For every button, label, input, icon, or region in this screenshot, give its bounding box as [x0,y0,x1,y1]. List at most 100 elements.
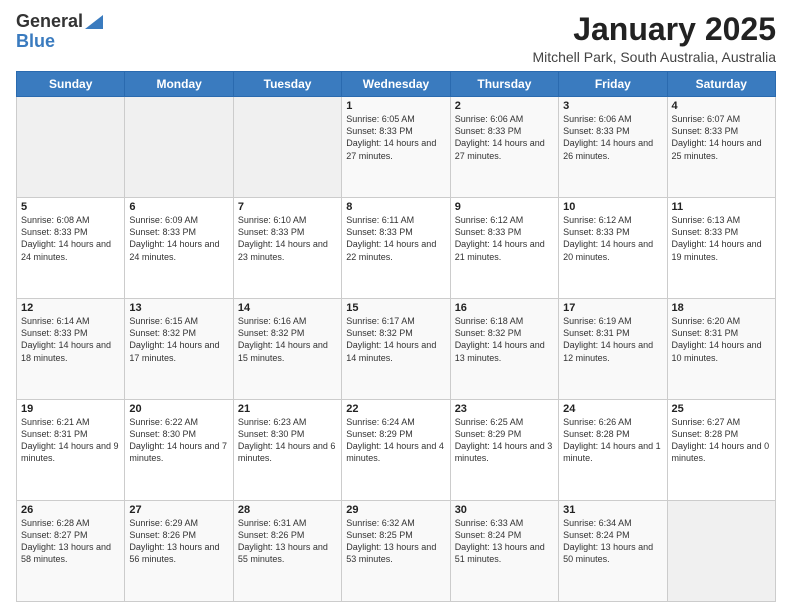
title-block: January 2025 Mitchell Park, South Austra… [532,12,776,65]
calendar-week-4: 19Sunrise: 6:21 AM Sunset: 8:31 PM Dayli… [17,400,776,501]
day-info: Sunrise: 6:18 AM Sunset: 8:32 PM Dayligh… [455,315,554,364]
day-number: 20 [129,403,228,415]
day-info: Sunrise: 6:32 AM Sunset: 8:25 PM Dayligh… [346,517,445,566]
day-info: Sunrise: 6:29 AM Sunset: 8:26 PM Dayligh… [129,517,228,566]
calendar-cell: 5Sunrise: 6:08 AM Sunset: 8:33 PM Daylig… [17,198,125,299]
calendar-cell: 19Sunrise: 6:21 AM Sunset: 8:31 PM Dayli… [17,400,125,501]
day-info: Sunrise: 6:06 AM Sunset: 8:33 PM Dayligh… [455,113,554,162]
calendar-week-5: 26Sunrise: 6:28 AM Sunset: 8:27 PM Dayli… [17,501,776,602]
calendar-cell: 30Sunrise: 6:33 AM Sunset: 8:24 PM Dayli… [450,501,558,602]
day-number: 6 [129,201,228,213]
weekday-header-saturday: Saturday [667,72,775,97]
page: General Blue January 2025 Mitchell Park,… [0,0,792,612]
calendar-cell: 26Sunrise: 6:28 AM Sunset: 8:27 PM Dayli… [17,501,125,602]
day-number: 29 [346,504,445,516]
calendar-week-2: 5Sunrise: 6:08 AM Sunset: 8:33 PM Daylig… [17,198,776,299]
calendar-cell: 18Sunrise: 6:20 AM Sunset: 8:31 PM Dayli… [667,299,775,400]
day-info: Sunrise: 6:05 AM Sunset: 8:33 PM Dayligh… [346,113,445,162]
day-number: 5 [21,201,120,213]
calendar-table: SundayMondayTuesdayWednesdayThursdayFrid… [16,71,776,602]
day-info: Sunrise: 6:28 AM Sunset: 8:27 PM Dayligh… [21,517,120,566]
day-info: Sunrise: 6:10 AM Sunset: 8:33 PM Dayligh… [238,214,337,263]
logo-blue-text: Blue [16,32,55,52]
header: General Blue January 2025 Mitchell Park,… [16,12,776,65]
day-info: Sunrise: 6:11 AM Sunset: 8:33 PM Dayligh… [346,214,445,263]
calendar-body: 1Sunrise: 6:05 AM Sunset: 8:33 PM Daylig… [17,97,776,602]
day-number: 16 [455,302,554,314]
day-number: 25 [672,403,771,415]
day-info: Sunrise: 6:22 AM Sunset: 8:30 PM Dayligh… [129,416,228,465]
day-info: Sunrise: 6:23 AM Sunset: 8:30 PM Dayligh… [238,416,337,465]
day-number: 3 [563,100,662,112]
day-info: Sunrise: 6:21 AM Sunset: 8:31 PM Dayligh… [21,416,120,465]
day-info: Sunrise: 6:26 AM Sunset: 8:28 PM Dayligh… [563,416,662,465]
day-number: 11 [672,201,771,213]
day-number: 8 [346,201,445,213]
calendar-cell: 31Sunrise: 6:34 AM Sunset: 8:24 PM Dayli… [559,501,667,602]
title-month: January 2025 [532,12,776,47]
day-number: 4 [672,100,771,112]
day-number: 1 [346,100,445,112]
weekday-header-thursday: Thursday [450,72,558,97]
day-number: 21 [238,403,337,415]
weekday-header-friday: Friday [559,72,667,97]
calendar-cell: 22Sunrise: 6:24 AM Sunset: 8:29 PM Dayli… [342,400,450,501]
title-location: Mitchell Park, South Australia, Australi… [532,49,776,65]
calendar-cell: 14Sunrise: 6:16 AM Sunset: 8:32 PM Dayli… [233,299,341,400]
calendar-cell: 11Sunrise: 6:13 AM Sunset: 8:33 PM Dayli… [667,198,775,299]
day-info: Sunrise: 6:08 AM Sunset: 8:33 PM Dayligh… [21,214,120,263]
calendar-cell: 17Sunrise: 6:19 AM Sunset: 8:31 PM Dayli… [559,299,667,400]
day-info: Sunrise: 6:24 AM Sunset: 8:29 PM Dayligh… [346,416,445,465]
day-number: 24 [563,403,662,415]
weekday-header-monday: Monday [125,72,233,97]
day-number: 7 [238,201,337,213]
day-info: Sunrise: 6:16 AM Sunset: 8:32 PM Dayligh… [238,315,337,364]
calendar-cell: 20Sunrise: 6:22 AM Sunset: 8:30 PM Dayli… [125,400,233,501]
day-number: 2 [455,100,554,112]
day-number: 19 [21,403,120,415]
day-info: Sunrise: 6:27 AM Sunset: 8:28 PM Dayligh… [672,416,771,465]
day-info: Sunrise: 6:19 AM Sunset: 8:31 PM Dayligh… [563,315,662,364]
calendar-cell: 7Sunrise: 6:10 AM Sunset: 8:33 PM Daylig… [233,198,341,299]
weekday-header-tuesday: Tuesday [233,72,341,97]
day-number: 12 [21,302,120,314]
weekday-header-row: SundayMondayTuesdayWednesdayThursdayFrid… [17,72,776,97]
logo-triangle-icon [85,15,103,29]
day-number: 22 [346,403,445,415]
day-info: Sunrise: 6:15 AM Sunset: 8:32 PM Dayligh… [129,315,228,364]
day-info: Sunrise: 6:06 AM Sunset: 8:33 PM Dayligh… [563,113,662,162]
calendar-cell: 21Sunrise: 6:23 AM Sunset: 8:30 PM Dayli… [233,400,341,501]
calendar-cell [125,97,233,198]
weekday-header-wednesday: Wednesday [342,72,450,97]
calendar-cell: 9Sunrise: 6:12 AM Sunset: 8:33 PM Daylig… [450,198,558,299]
calendar-cell: 25Sunrise: 6:27 AM Sunset: 8:28 PM Dayli… [667,400,775,501]
calendar-cell: 3Sunrise: 6:06 AM Sunset: 8:33 PM Daylig… [559,97,667,198]
calendar-cell [667,501,775,602]
calendar-cell: 6Sunrise: 6:09 AM Sunset: 8:33 PM Daylig… [125,198,233,299]
logo-general-text: General [16,12,83,32]
day-number: 31 [563,504,662,516]
day-number: 28 [238,504,337,516]
day-info: Sunrise: 6:14 AM Sunset: 8:33 PM Dayligh… [21,315,120,364]
calendar-cell: 29Sunrise: 6:32 AM Sunset: 8:25 PM Dayli… [342,501,450,602]
day-info: Sunrise: 6:31 AM Sunset: 8:26 PM Dayligh… [238,517,337,566]
calendar-cell: 10Sunrise: 6:12 AM Sunset: 8:33 PM Dayli… [559,198,667,299]
day-number: 17 [563,302,662,314]
day-number: 23 [455,403,554,415]
day-info: Sunrise: 6:33 AM Sunset: 8:24 PM Dayligh… [455,517,554,566]
day-number: 30 [455,504,554,516]
calendar-cell [17,97,125,198]
calendar-cell: 1Sunrise: 6:05 AM Sunset: 8:33 PM Daylig… [342,97,450,198]
calendar-cell: 12Sunrise: 6:14 AM Sunset: 8:33 PM Dayli… [17,299,125,400]
day-info: Sunrise: 6:25 AM Sunset: 8:29 PM Dayligh… [455,416,554,465]
calendar-cell: 13Sunrise: 6:15 AM Sunset: 8:32 PM Dayli… [125,299,233,400]
day-info: Sunrise: 6:17 AM Sunset: 8:32 PM Dayligh… [346,315,445,364]
logo: General Blue [16,12,103,52]
day-info: Sunrise: 6:20 AM Sunset: 8:31 PM Dayligh… [672,315,771,364]
calendar-cell: 27Sunrise: 6:29 AM Sunset: 8:26 PM Dayli… [125,501,233,602]
day-number: 14 [238,302,337,314]
calendar-cell: 28Sunrise: 6:31 AM Sunset: 8:26 PM Dayli… [233,501,341,602]
day-number: 9 [455,201,554,213]
day-info: Sunrise: 6:34 AM Sunset: 8:24 PM Dayligh… [563,517,662,566]
day-number: 15 [346,302,445,314]
